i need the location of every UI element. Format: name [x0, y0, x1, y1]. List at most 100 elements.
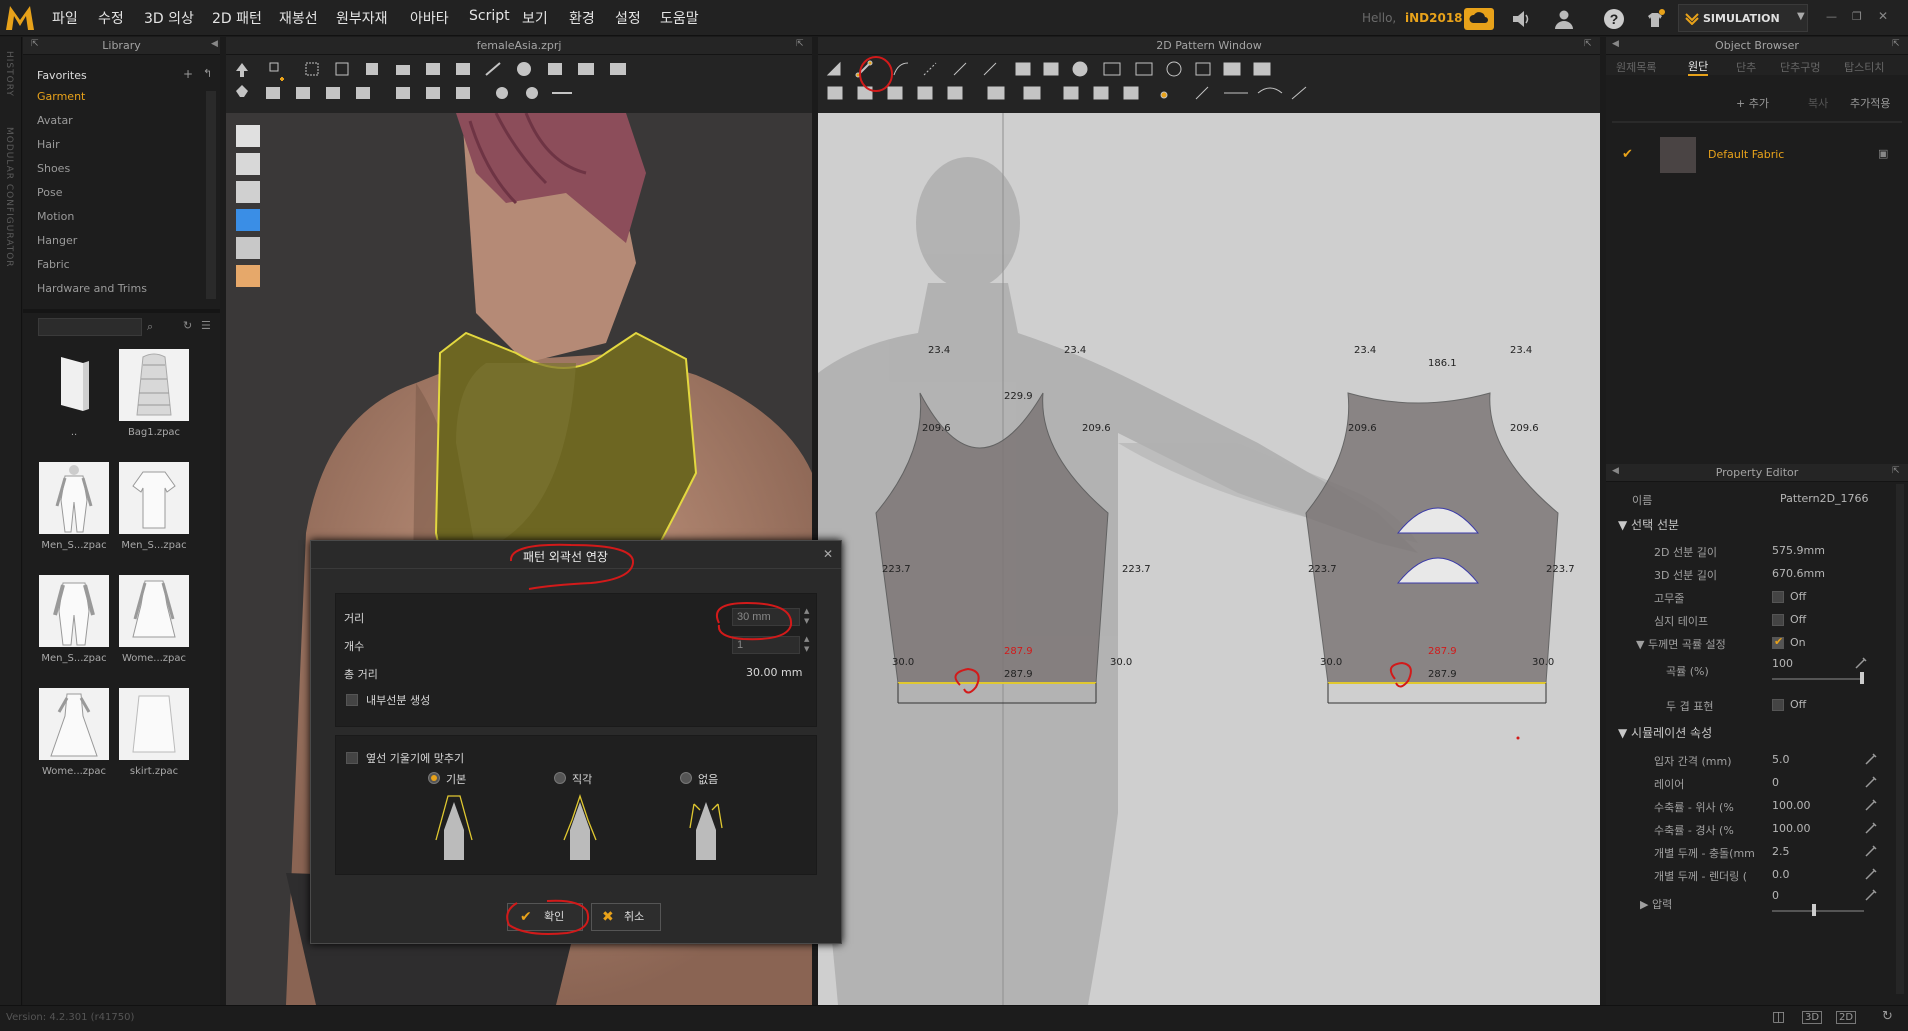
len2d-value[interactable]: 575.9mm — [1772, 544, 1825, 557]
save-icon[interactable]: ▣ — [1878, 147, 1888, 160]
speaker-icon[interactable] — [1510, 8, 1532, 30]
popout-icon[interactable]: ⇱ — [1584, 39, 1592, 49]
curve-slider-thumb[interactable] — [1860, 672, 1864, 684]
2d-pattern-canvas[interactable] — [818, 113, 1600, 1005]
pressure-label[interactable]: ▶ 압력 — [1640, 896, 1672, 912]
women-dress-thumb[interactable] — [39, 688, 109, 760]
spin-up-icon[interactable]: ▲ — [804, 607, 809, 615]
thickness-render-value[interactable]: 0.0 — [1772, 868, 1790, 881]
menu-view[interactable]: 보기 — [522, 8, 548, 28]
simulation-dropdown[interactable]: SIMULATION ▼ — [1678, 4, 1808, 32]
menu-script[interactable]: Script — [469, 8, 510, 24]
library-item-hair[interactable]: Hair — [37, 138, 60, 151]
cancel-button[interactable]: ✖ 취소 — [591, 903, 661, 931]
library-search-input[interactable] — [38, 318, 142, 336]
cloud-sync-icon[interactable] — [1464, 8, 1494, 30]
add-fabric-button[interactable]: + 추가 — [1736, 95, 1769, 111]
3d-tool-icons[interactable] — [226, 55, 812, 113]
spin-down-icon[interactable]: ▼ — [804, 645, 809, 653]
tab-buttonhole[interactable]: 단추구멍 — [1780, 59, 1820, 75]
list-view-icon[interactable]: ☰ — [201, 319, 211, 332]
fabric-row[interactable]: ✔ Default Fabric ▣ — [1622, 137, 1902, 173]
close-icon[interactable]: ✕ — [823, 547, 833, 561]
spin-up-icon[interactable]: ▲ — [804, 635, 809, 643]
close-icon[interactable]: ✕ — [1878, 9, 1888, 23]
edit-pen-icon[interactable] — [1864, 752, 1878, 766]
particle-value[interactable]: 5.0 — [1772, 753, 1790, 766]
2d-tool-icons[interactable] — [818, 55, 1600, 113]
popout-icon[interactable]: ⇱ — [1892, 39, 1900, 49]
folder-up-thumb[interactable] — [39, 349, 109, 421]
men-jacket-thumb[interactable] — [39, 575, 109, 647]
popout-icon[interactable]: ⇱ — [796, 39, 804, 49]
3d-view-icon[interactable]: 3D — [1802, 1011, 1823, 1024]
edit-pen-icon[interactable] — [1864, 798, 1878, 812]
collapse-icon[interactable]: ◀ — [1612, 466, 1619, 476]
menu-2d-pattern[interactable]: 2D 패턴 — [212, 8, 262, 28]
radio-basic[interactable] — [428, 772, 440, 784]
pressure-value[interactable]: 0 — [1772, 889, 1779, 902]
men-shirt-thumb[interactable] — [119, 462, 189, 534]
tab-button[interactable]: 단추 — [1736, 59, 1756, 75]
library-item-avatar[interactable]: Avatar — [37, 114, 73, 127]
pressure-slider-thumb[interactable] — [1811, 904, 1816, 916]
split-view-icon[interactable]: ◫ — [1772, 1009, 1785, 1025]
menu-sewing[interactable]: 재봉선 — [279, 8, 318, 28]
inner-line-checkbox[interactable] — [346, 694, 358, 706]
md-logo-icon[interactable] — [4, 2, 36, 34]
curve-slider[interactable] — [1772, 678, 1864, 680]
menu-materials[interactable]: 원부자재 — [336, 8, 388, 28]
men-suit-thumb[interactable] — [39, 462, 109, 534]
tab-object-list[interactable]: 원제목록 — [1616, 59, 1656, 75]
women-coat-thumb[interactable] — [119, 575, 189, 647]
menu-avatar[interactable]: 아바타 — [410, 8, 449, 28]
section-simulation[interactable]: ▼ 시뮬레이션 속성 — [1618, 724, 1712, 741]
menu-3d-garment[interactable]: 3D 의상 — [144, 8, 194, 28]
library-item-motion[interactable]: Motion — [37, 210, 74, 223]
tab-topstitch[interactable]: 탑스티치 — [1844, 59, 1884, 75]
edit-pen-icon[interactable] — [1854, 656, 1868, 670]
menu-file[interactable]: 파일 — [52, 8, 78, 28]
thickness-curve-label[interactable]: ▼ 두께면 곡률 설정 — [1636, 636, 1726, 652]
edit-pen-icon[interactable] — [1864, 821, 1878, 835]
restore-icon[interactable]: ❐ — [1852, 10, 1862, 23]
library-scrollbar[interactable] — [206, 91, 216, 299]
2d-pattern-window[interactable]: 2D Pattern Window ⇱ 23.4 23.4 229.9 209.… — [818, 37, 1600, 1005]
edit-pen-icon[interactable] — [1864, 888, 1878, 902]
tape-checkbox[interactable] — [1772, 614, 1784, 626]
history-tab[interactable]: HISTORY — [4, 51, 14, 97]
shrink-warp-value[interactable]: 100.00 — [1772, 822, 1811, 835]
bag-thumb[interactable] — [119, 349, 189, 421]
user-name[interactable]: iND2018 — [1405, 11, 1463, 25]
library-item-hanger[interactable]: Hanger — [37, 234, 77, 247]
tab-fabric[interactable]: 원단 — [1688, 58, 1709, 76]
name-value[interactable]: Pattern2D_1766 — [1780, 492, 1869, 505]
elastic-checkbox[interactable] — [1772, 591, 1784, 603]
popout-icon[interactable]: ⇱ — [31, 39, 39, 49]
minimize-icon[interactable]: — — [1826, 10, 1837, 23]
menu-edit[interactable]: 수정 — [98, 8, 124, 28]
edit-pen-icon[interactable] — [1864, 844, 1878, 858]
property-scrollbar[interactable] — [1896, 484, 1904, 994]
help-icon[interactable]: ? — [1603, 8, 1625, 30]
avatar-figure-icon[interactable] — [1644, 8, 1666, 30]
library-item-pose[interactable]: Pose — [37, 186, 62, 199]
add-icon[interactable]: + — [183, 67, 193, 81]
thickness-curve-checkbox[interactable]: ✔ — [1772, 635, 1784, 649]
menu-settings[interactable]: 설정 — [615, 8, 641, 28]
library-item-hardware[interactable]: Hardware and Trims — [37, 282, 147, 295]
modular-configurator-tab[interactable]: MODULAR CONFIGURATOR — [4, 127, 14, 268]
search-icon[interactable]: ⌕ — [147, 320, 153, 334]
library-item-garment[interactable]: Garment — [37, 90, 85, 103]
pressure-slider[interactable] — [1772, 910, 1864, 912]
library-item-fabric[interactable]: Fabric — [37, 258, 70, 271]
fit-slope-checkbox[interactable] — [346, 752, 358, 764]
collapse-icon[interactable]: ◀ — [211, 39, 218, 49]
apply-fabric-button[interactable]: 추가적용 — [1850, 95, 1890, 111]
shrink-weft-value[interactable]: 100.00 — [1772, 799, 1811, 812]
collapse-icon[interactable]: ◀ — [1612, 39, 1619, 49]
radio-none[interactable] — [680, 772, 692, 784]
library-favorites[interactable]: Favorites — [37, 69, 87, 82]
copy-fabric-button[interactable]: 복사 — [1808, 95, 1828, 111]
user-icon[interactable] — [1553, 8, 1575, 30]
